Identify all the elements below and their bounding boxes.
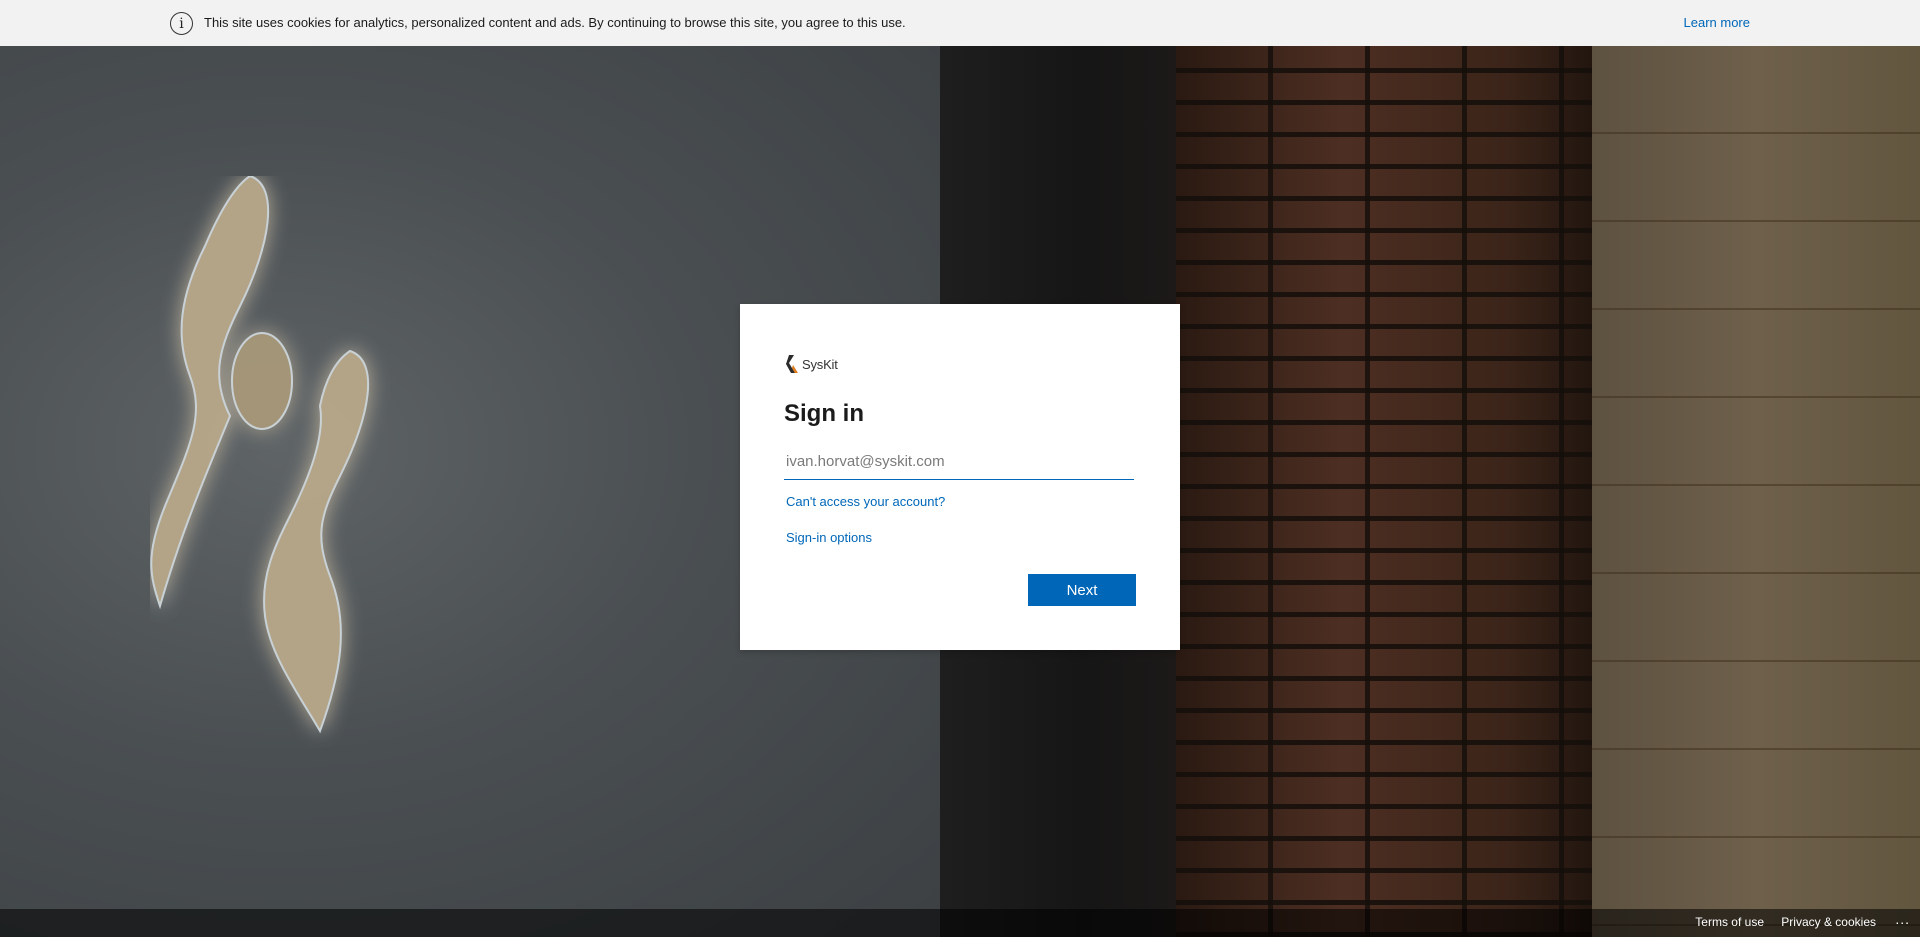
next-button[interactable]: Next xyxy=(1028,574,1136,606)
signin-options-link[interactable]: Sign-in options xyxy=(786,530,872,545)
syskit-logo: SysKit xyxy=(784,354,838,374)
info-icon: i xyxy=(170,12,193,35)
email-field[interactable] xyxy=(784,444,1134,480)
cookie-banner-text: This site uses cookies for analytics, pe… xyxy=(204,15,906,30)
background-wood-panel xyxy=(1592,46,1920,937)
syskit-logo-icon xyxy=(786,355,798,373)
background-brick-wall xyxy=(1176,46,1592,937)
wall-logo-icon xyxy=(150,176,370,734)
page-title: Sign in xyxy=(784,400,864,427)
syskit-logo-text: SysKit xyxy=(802,356,838,372)
privacy-cookies-link[interactable]: Privacy & cookies xyxy=(1781,915,1876,929)
cant-access-account-link[interactable]: Can't access your account? xyxy=(786,494,945,509)
more-options-button[interactable]: ... xyxy=(1895,911,1910,927)
footer: Terms of use Privacy & cookies ... xyxy=(0,909,1920,937)
cookie-banner: i This site uses cookies for analytics, … xyxy=(0,0,1920,46)
terms-of-use-link[interactable]: Terms of use xyxy=(1695,915,1764,929)
signin-card: SysKit Sign in Can't access your account… xyxy=(740,304,1180,650)
learn-more-link[interactable]: Learn more xyxy=(1684,15,1750,30)
